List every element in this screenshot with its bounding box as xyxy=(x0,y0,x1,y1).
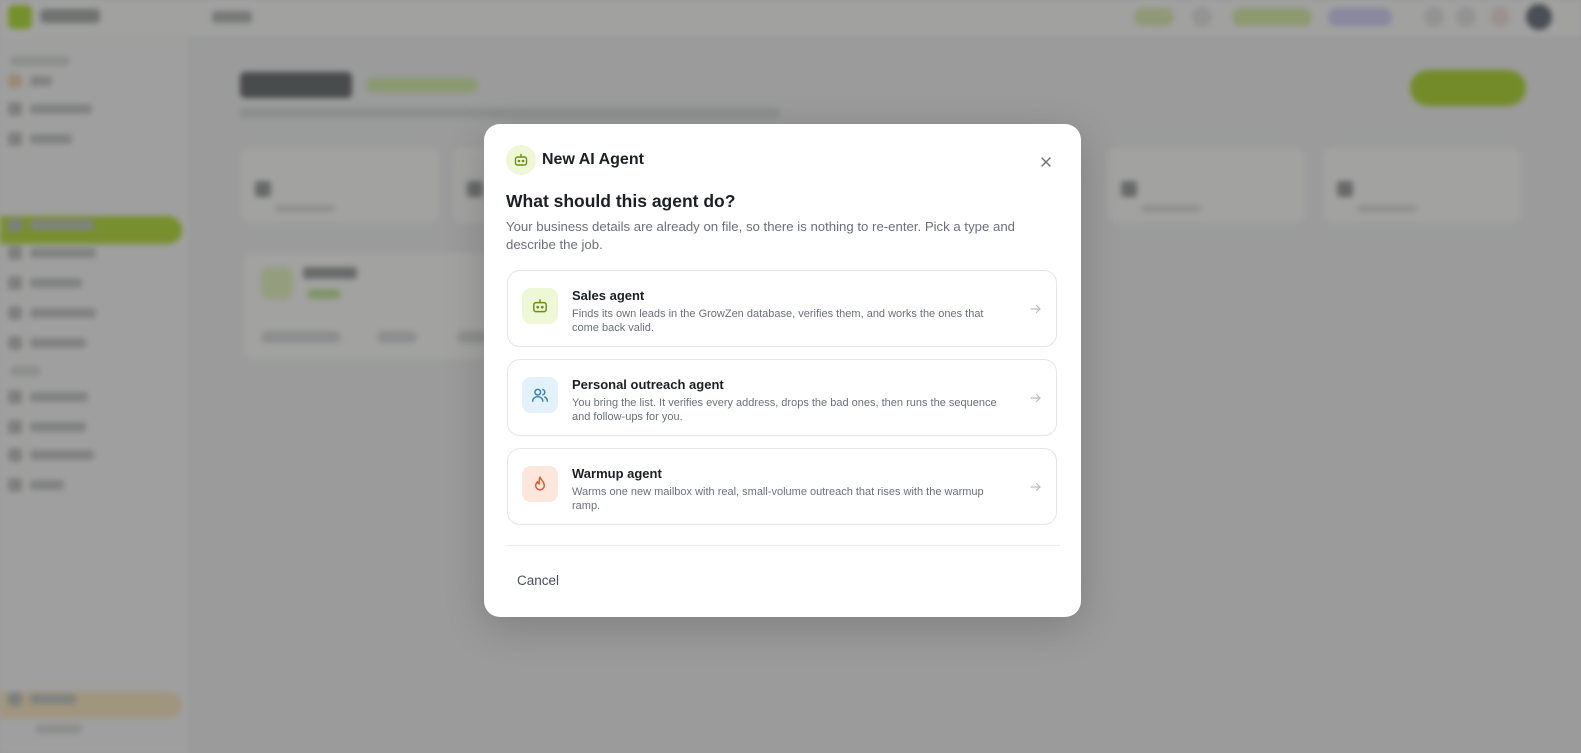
modal-title: New AI Agent xyxy=(542,151,644,168)
close-button[interactable] xyxy=(1034,150,1058,174)
close-icon xyxy=(1041,157,1051,167)
option-title: Warmup agent xyxy=(572,466,662,481)
option-description: Finds its own leads in the GrowZen datab… xyxy=(572,308,984,334)
arrow-right-icon xyxy=(1030,304,1041,314)
option-title: Sales agent xyxy=(572,288,645,303)
arrow-right-icon xyxy=(1030,482,1041,492)
users-icon xyxy=(522,377,558,413)
arrow-right-icon xyxy=(1030,393,1041,403)
option-description: Warms one new mailbox with real, small-v… xyxy=(572,486,984,512)
robot-icon xyxy=(506,145,536,175)
cancel-button[interactable]: Cancel xyxy=(506,565,570,595)
modal-divider xyxy=(507,545,1060,546)
modal-description: Your business details are already on fil… xyxy=(506,219,1015,252)
option-description: You bring the list. It verifies every ad… xyxy=(572,397,997,423)
option-title: Personal outreach agent xyxy=(572,377,724,392)
new-agent-modal: New AI Agent What should this agent do? … xyxy=(484,124,1081,617)
option-warmup-agent[interactable]: Warmup agent Warms one new mailbox with … xyxy=(507,448,1057,525)
modal-question: What should this agent do? xyxy=(506,191,736,211)
option-sales-agent[interactable]: Sales agent Finds its own leads in the G… xyxy=(507,270,1057,347)
flame-icon xyxy=(522,466,558,502)
robot-icon xyxy=(522,288,558,324)
option-personal-outreach-agent[interactable]: Personal outreach agent You bring the li… xyxy=(507,359,1057,436)
